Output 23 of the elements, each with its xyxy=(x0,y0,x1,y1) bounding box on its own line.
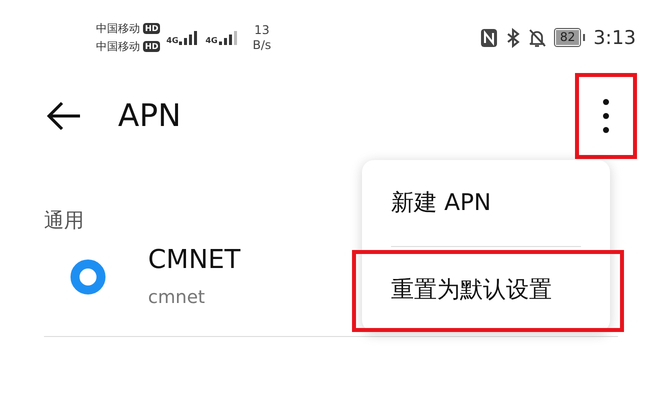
menu-item[interactable]: 新建 APN xyxy=(391,160,581,246)
bell-off-icon xyxy=(528,28,546,48)
network-type: 4G xyxy=(205,36,218,45)
carrier-name: 中国移动 xyxy=(96,21,140,36)
signal-icon xyxy=(179,31,200,45)
apn-value: cmnet xyxy=(148,287,206,308)
clock: 3:13 xyxy=(593,26,636,48)
more-icon xyxy=(603,99,609,133)
speed-value: 13 xyxy=(254,22,270,38)
bluetooth-icon xyxy=(506,28,520,48)
radio-button[interactable] xyxy=(70,258,106,294)
page-title: APN xyxy=(118,98,182,134)
back-arrow-icon[interactable] xyxy=(46,101,82,131)
apn-name: CMNET xyxy=(148,245,240,275)
network-type: 4G xyxy=(166,36,178,45)
signal-icon xyxy=(218,31,239,45)
menu-item[interactable]: 重置为默认设置 xyxy=(391,246,581,332)
section-header: 通用 xyxy=(44,208,84,232)
speed-unit: B/s xyxy=(252,38,272,52)
hd-badge: HD xyxy=(143,23,160,34)
carrier-name: 中国移动 xyxy=(96,39,140,54)
hd-badge: HD xyxy=(143,41,160,52)
nfc-icon xyxy=(480,28,498,48)
